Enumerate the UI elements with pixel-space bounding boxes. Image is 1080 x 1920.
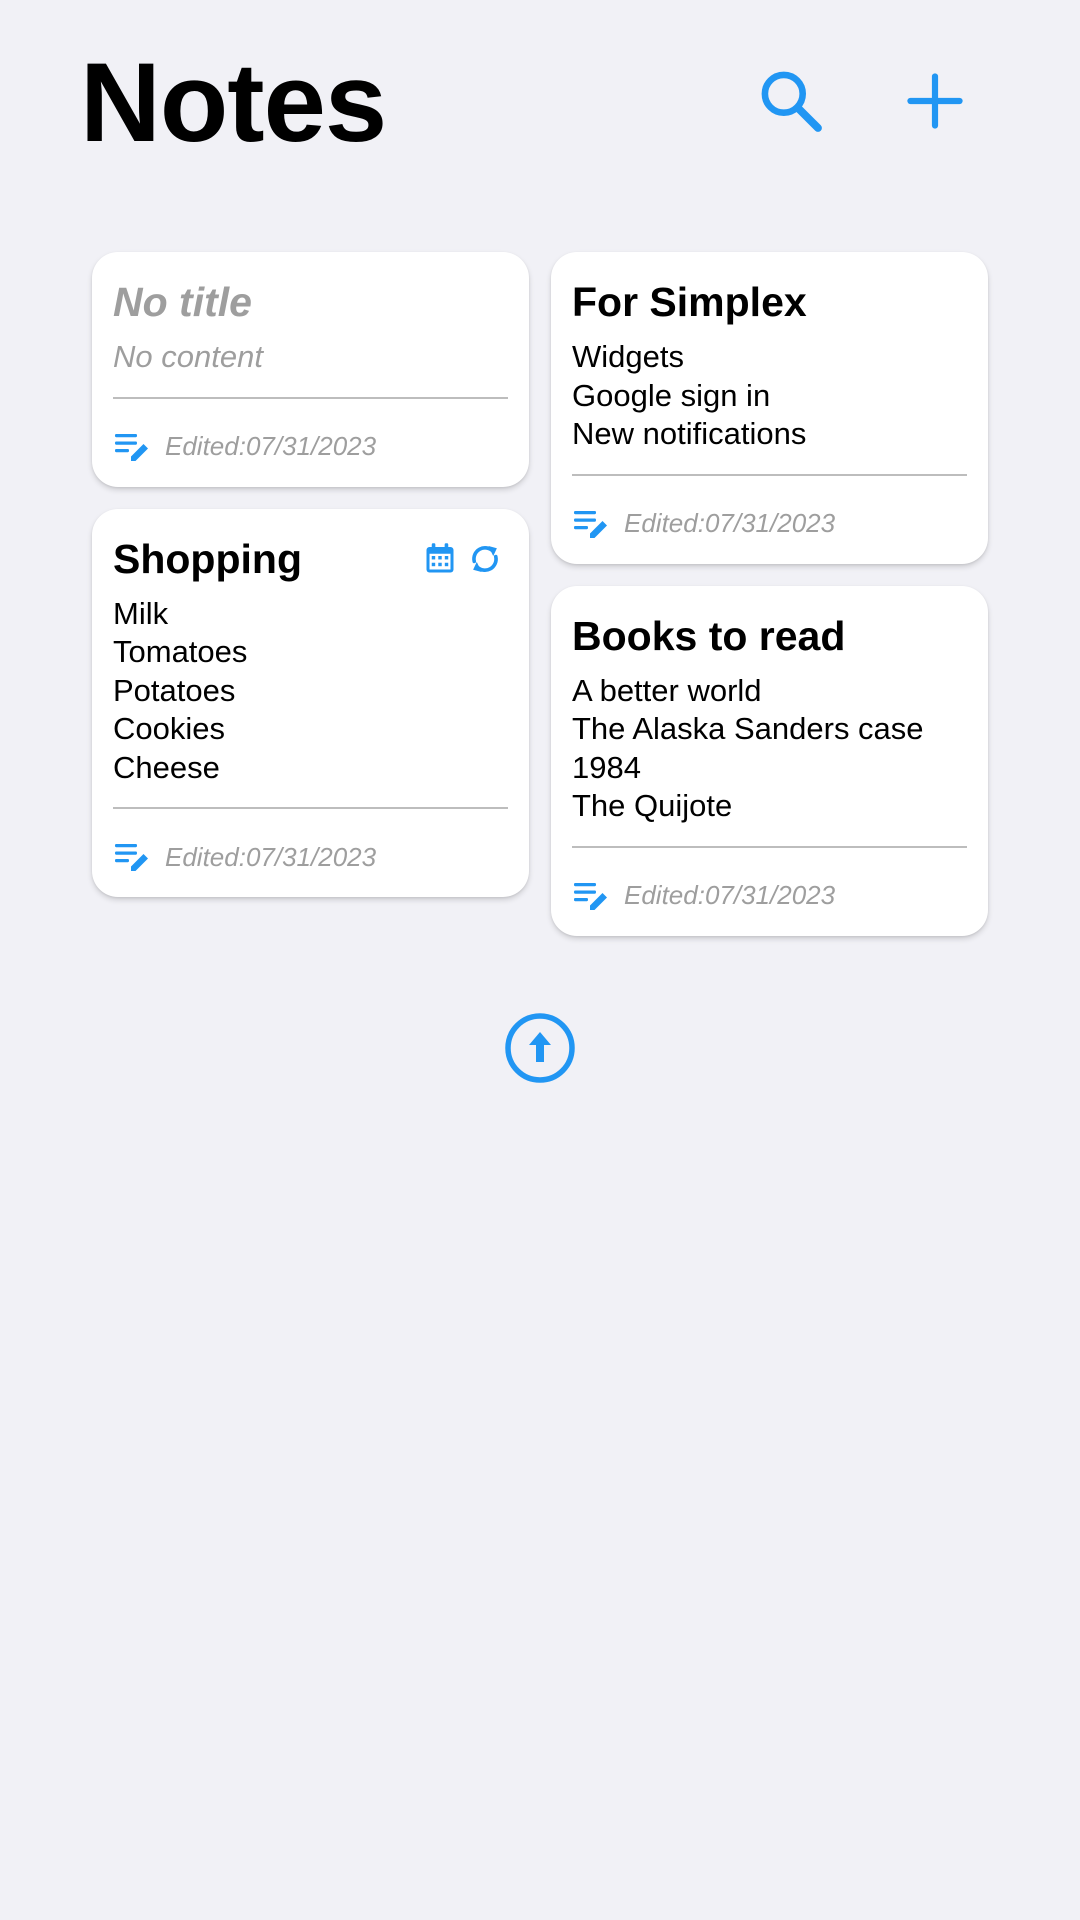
- note-content: A better world The Alaska Sanders case 1…: [572, 672, 967, 826]
- edit-note-icon: [574, 882, 607, 910]
- note-line: The Quijote: [572, 788, 733, 823]
- note-line: Tomatoes: [113, 634, 248, 669]
- note-line: New notifications: [572, 416, 807, 451]
- note-content: No content: [113, 338, 508, 377]
- edited-date: Edited:07/31/2023: [624, 880, 836, 910]
- note-card-books-to-read[interactable]: Books to read A better world The Alaska …: [551, 585, 988, 936]
- notes-column-right: For Simplex Widgets Google sign in New n…: [551, 252, 988, 936]
- plus-icon: [907, 73, 963, 129]
- note-title: Books to read: [572, 612, 846, 659]
- note-title: For Simplex: [572, 279, 807, 325]
- note-card-no-title[interactable]: No title No content Edited:07/31/2023: [92, 252, 529, 487]
- note-line: 1984: [572, 749, 641, 785]
- edit-note-icon: [574, 510, 607, 538]
- note-divider: [113, 396, 508, 399]
- edit-note-icon: [115, 844, 148, 871]
- note-footer: Edited:07/31/2023: [572, 506, 967, 542]
- note-card-shopping[interactable]: Shopping Milk Tomatoes Potatoes Cookies …: [92, 508, 529, 897]
- calendar-icon: [426, 542, 454, 572]
- note-card-for-simplex[interactable]: For Simplex Widgets Google sign in New n…: [551, 252, 988, 564]
- scroll-to-top-button[interactable]: [504, 1012, 576, 1084]
- note-title: Shopping: [113, 535, 303, 582]
- search-button[interactable]: [748, 58, 834, 144]
- note-content: Widgets Google sign in New notifications: [572, 338, 967, 454]
- note-divider: [572, 845, 967, 848]
- edited-date: Edited:07/31/2023: [165, 431, 377, 461]
- note-line: Cheese: [113, 749, 220, 785]
- note-line: No content: [113, 339, 263, 374]
- note-line: The Alaska Sanders case: [572, 711, 924, 746]
- search-icon: [761, 71, 822, 132]
- note-divider: [113, 807, 508, 809]
- page-title: Notes: [80, 40, 387, 165]
- arrow-up-circle-icon: [505, 1013, 575, 1083]
- note-line: Potatoes: [113, 672, 236, 708]
- note-title: No title: [113, 279, 252, 325]
- note-footer: Edited:07/31/2023: [113, 839, 508, 875]
- note-divider: [572, 473, 967, 476]
- note-line: Widgets: [572, 339, 684, 374]
- note-footer: Edited:07/31/2023: [113, 429, 508, 465]
- edit-note-icon: [115, 433, 148, 461]
- note-footer: Edited:07/31/2023: [572, 878, 967, 914]
- notes-column-left: No title No content Edited:07/31/2023 Sh…: [92, 252, 529, 897]
- note-line: Google sign in: [572, 377, 771, 413]
- note-badges: [422, 540, 504, 578]
- note-content: Milk Tomatoes Potatoes Cookies Cheese: [113, 595, 508, 788]
- note-line: A better world: [572, 672, 762, 708]
- note-line: Milk: [113, 595, 169, 631]
- note-line: Cookies: [113, 711, 225, 746]
- edited-date: Edited:07/31/2023: [165, 841, 377, 872]
- edited-date: Edited:07/31/2023: [624, 508, 836, 538]
- sync-icon: [472, 545, 498, 572]
- app-header: Notes: [0, 0, 1080, 200]
- add-note-button[interactable]: [892, 58, 978, 144]
